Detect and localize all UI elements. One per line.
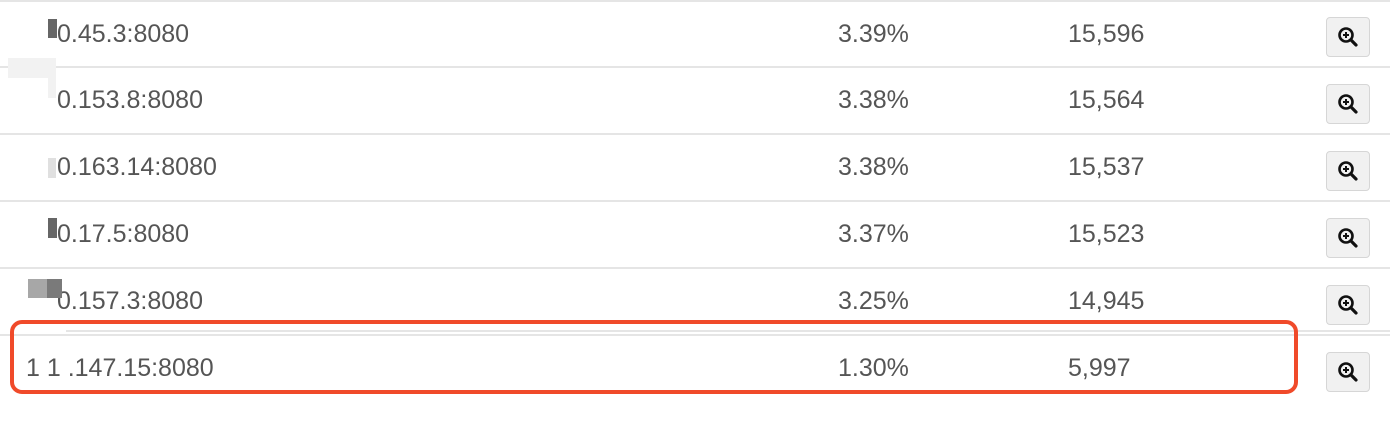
zoom-button[interactable] [1326,83,1370,124]
zoom-in-icon [1338,227,1358,248]
action-cell [1326,269,1370,334]
zoom-button[interactable] [1326,284,1370,325]
action-cell [1326,202,1370,267]
row-highlight-box [10,320,1298,394]
percent-cell: 3.37% [838,220,909,248]
percent-cell: 3.38% [838,153,909,181]
count-cell: 15,596 [1068,19,1145,48]
table-row: 0.153.8:8080 3.38% 15,564 [0,68,1390,135]
host-cell: 0.45.3:8080 [57,19,190,48]
count-cell: 15,564 [1068,86,1145,114]
table-row: 0.45.3:8080 3.39% 15,596 [0,0,1390,68]
host-cell: 0.163.14:8080 [57,153,217,181]
zoom-button[interactable] [1326,17,1370,57]
action-cell [1326,336,1370,401]
action-cell [1326,135,1370,200]
redaction-block [8,58,56,78]
zoom-in-icon [1338,27,1358,47]
zoom-in-icon [1338,294,1358,315]
table-row: 0.17.5:8080 3.37% 15,523 [0,202,1390,269]
redaction-block [48,19,57,38]
action-cell [1326,68,1370,133]
redaction-block [48,78,56,98]
percent-cell: 3.38% [838,86,909,114]
count-cell: 15,537 [1068,153,1145,181]
zoom-in-icon [1338,361,1358,382]
table-row: 0.163.14:8080 3.38% 15,537 [0,135,1390,202]
zoom-in-icon [1338,93,1358,114]
action-cell [1326,2,1370,66]
zoom-button[interactable] [1326,150,1370,191]
percent-cell: 3.39% [838,19,909,48]
zoom-in-icon [1338,160,1358,181]
redaction-block [47,279,62,298]
zoom-button[interactable] [1326,217,1370,258]
zoom-button[interactable] [1326,351,1370,392]
host-cell: 0.17.5:8080 [57,220,190,248]
count-cell: 15,523 [1068,220,1145,248]
redaction-block [48,158,56,178]
redaction-block [48,218,57,238]
host-cell: 0.153.8:8080 [57,86,203,114]
